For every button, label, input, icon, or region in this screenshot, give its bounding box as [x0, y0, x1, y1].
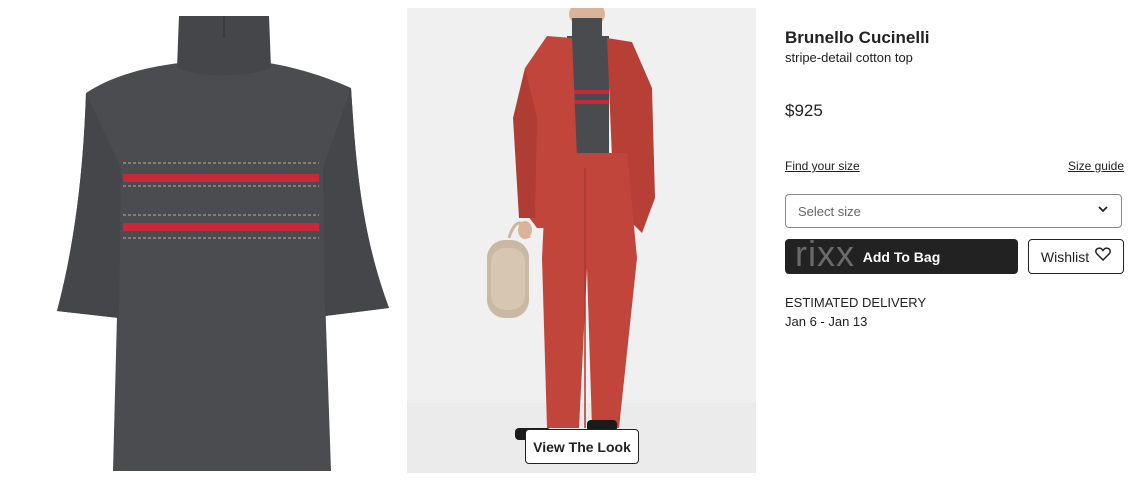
find-your-size-link[interactable]: Find your size — [785, 159, 860, 173]
estimated-delivery-heading: ESTIMATED DELIVERY — [785, 295, 927, 310]
add-to-bag-button[interactable]: rixx Add To Bag — [785, 239, 1018, 274]
chevron-down-icon — [1097, 202, 1109, 220]
estimated-delivery-dates: Jan 6 - Jan 13 — [785, 314, 868, 329]
size-select[interactable]: Select size — [785, 194, 1122, 228]
add-to-bag-label: Add To Bag — [862, 248, 941, 265]
size-guide-link[interactable]: Size guide — [1068, 159, 1124, 173]
size-select-placeholder: Select size — [798, 203, 861, 219]
product-price: $925 — [785, 101, 823, 120]
view-the-look-label: View The Look — [533, 438, 631, 455]
product-description: stripe-detail cotton top — [785, 50, 913, 65]
heart-icon — [1095, 247, 1112, 266]
wishlist-label: Wishlist — [1040, 248, 1090, 265]
wishlist-button[interactable]: Wishlist — [1028, 239, 1124, 274]
product-image-main[interactable] — [29, 8, 407, 473]
product-image-look[interactable] — [407, 8, 756, 473]
view-the-look-button[interactable]: View The Look — [525, 429, 639, 464]
logo-watermark: rixx — [795, 239, 855, 274]
product-brand[interactable]: Brunello Cucinelli — [785, 28, 930, 48]
